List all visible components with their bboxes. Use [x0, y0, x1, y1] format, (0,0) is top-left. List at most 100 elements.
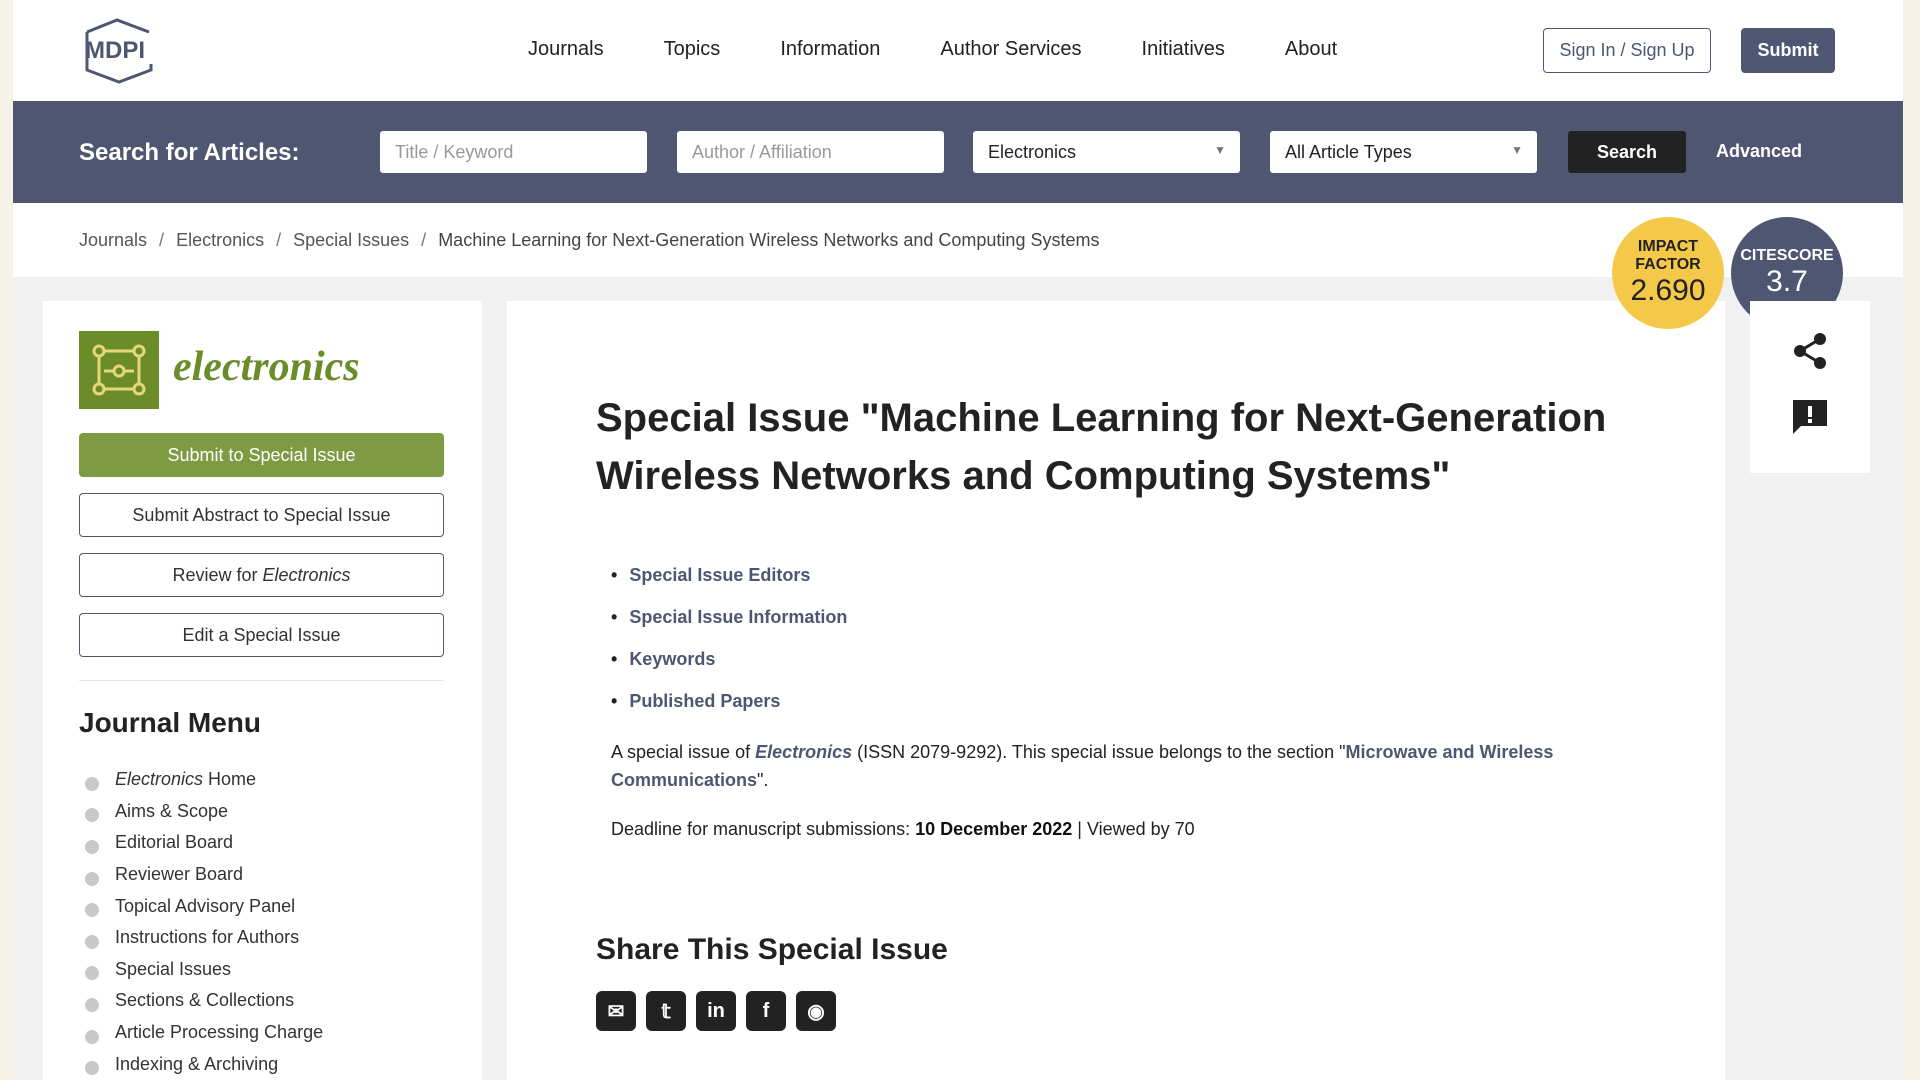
menu-item-label: Indexing & Archiving — [115, 1053, 279, 1074]
impact-factor-badge[interactable]: IMPACT FACTOR 2.690 — [1612, 217, 1724, 329]
issue-description: A special issue of Electronics (ISSN 207… — [611, 738, 1611, 794]
main-nav: Journals Topics Information Author Servi… — [528, 38, 1397, 61]
edit-special-issue-button[interactable]: Edit a Special Issue — [79, 613, 444, 657]
bullet-icon — [85, 1061, 99, 1076]
menu-item-apc[interactable]: Article Processing Charge — [85, 1017, 323, 1049]
caret-down-icon: ▼ — [1214, 143, 1226, 157]
advanced-search-link[interactable]: Advanced — [1716, 141, 1802, 162]
nav-about[interactable]: About — [1285, 38, 1337, 61]
search-label: Search for Articles: — [79, 139, 300, 166]
bullet-icon — [85, 871, 99, 886]
journal-menu-title: Journal Menu — [79, 707, 262, 738]
view-count: | Viewed by 70 — [1072, 819, 1195, 839]
author-input[interactable]: Author / Affiliation — [677, 131, 944, 173]
keyword-input[interactable]: Title / Keyword — [380, 131, 647, 173]
menu-item-label: Topical Advisory Panel — [115, 895, 296, 916]
sign-in-button[interactable]: Sign In / Sign Up — [1543, 28, 1711, 73]
search-bar: Search for Articles: Title / Keyword Aut… — [13, 101, 1903, 203]
review-journal: Electronics — [262, 564, 351, 585]
main-content: Special Issue "Machine Learning for Next… — [507, 301, 1725, 1080]
menu-item-instructions[interactable]: Instructions for Authors — [85, 922, 323, 954]
share-title: Share This Special Issue — [596, 933, 948, 966]
mdpi-logo[interactable]: MDPI — [79, 18, 189, 84]
top-header: MDPI Journals Topics Information Author … — [13, 0, 1903, 101]
bullet-icon — [85, 966, 99, 981]
toc-papers-link[interactable]: Published Papers — [611, 680, 847, 722]
table-of-contents: Special Issue Editors Special Issue Info… — [611, 554, 847, 722]
facebook-icon[interactable]: f — [746, 991, 786, 1031]
journal-select-value: Electronics — [988, 141, 1077, 162]
menu-item-label: Editorial Board — [115, 832, 234, 853]
menu-item-label: Instructions for Authors — [115, 927, 300, 948]
breadcrumb-current: Machine Learning for Next-Generation Wir… — [438, 230, 1100, 250]
submit-to-special-issue-button[interactable]: Submit to Special Issue — [79, 433, 444, 477]
article-type-value: All Article Types — [1285, 141, 1412, 162]
nav-author-services[interactable]: Author Services — [940, 38, 1081, 61]
breadcrumb-separator: / — [159, 230, 165, 250]
menu-item-reviewer-board[interactable]: Reviewer Board — [85, 859, 323, 891]
bullet-icon — [85, 934, 99, 949]
wechat-icon[interactable]: ◉ — [796, 991, 836, 1031]
review-for-journal-button[interactable]: Review for Electronics — [79, 553, 444, 597]
menu-home-journal: Electronics — [115, 769, 204, 790]
breadcrumb: Journals / Electronics / Special Issues … — [79, 230, 1099, 251]
share-icons: ✉ 𝕥 in f ◉ — [596, 991, 836, 1031]
toc-keywords-link[interactable]: Keywords — [611, 638, 847, 680]
toc-information-link[interactable]: Special Issue Information — [611, 596, 847, 638]
deadline-date: 10 December 2022 — [915, 819, 1073, 839]
linkedin-icon[interactable]: in — [696, 991, 736, 1031]
bullet-icon — [85, 1029, 99, 1044]
journal-name[interactable]: electronics — [173, 343, 360, 391]
menu-item-editorial-board[interactable]: Editorial Board — [85, 827, 323, 859]
bullet-icon — [85, 839, 99, 854]
nav-initiatives[interactable]: Initiatives — [1142, 38, 1225, 61]
submit-button[interactable]: Submit — [1741, 28, 1835, 73]
menu-item-topical-panel[interactable]: Topical Advisory Panel — [85, 890, 323, 922]
breadcrumb-separator: / — [421, 230, 427, 250]
breadcrumb-special-issues[interactable]: Special Issues — [293, 230, 409, 251]
feedback-icon[interactable] — [1790, 397, 1830, 437]
twitter-icon[interactable]: 𝕥 — [646, 991, 686, 1031]
right-rail — [1750, 301, 1870, 473]
menu-item-sections[interactable]: Sections & Collections — [85, 985, 323, 1017]
bullet-icon — [85, 808, 99, 823]
journal-logo-icon[interactable] — [79, 331, 159, 409]
para-mid: (ISSN 2079-9292). This special issue bel… — [852, 742, 1346, 762]
journal-sidebar: electronics Submit to Special Issue Subm… — [43, 301, 482, 1080]
nav-journals[interactable]: Journals — [528, 38, 604, 61]
para-suffix: ". — [757, 770, 769, 790]
caret-down-icon: ▼ — [1511, 143, 1523, 157]
journal-menu: Electronics Home Aims & Scope Editorial … — [85, 764, 323, 1080]
journal-select[interactable]: Electronics ▼ — [973, 131, 1240, 173]
menu-item-home[interactable]: Electronics Home — [85, 764, 323, 796]
email-icon[interactable]: ✉ — [596, 991, 636, 1031]
share-icon[interactable] — [1790, 331, 1830, 371]
bullet-icon — [85, 997, 99, 1012]
menu-item-indexing[interactable]: Indexing & Archiving — [85, 1048, 323, 1080]
nav-information[interactable]: Information — [780, 38, 880, 61]
bullet-icon — [85, 903, 99, 918]
breadcrumb-electronics[interactable]: Electronics — [176, 230, 264, 251]
search-button[interactable]: Search — [1568, 131, 1686, 173]
bullet-icon — [85, 776, 99, 791]
menu-item-aims[interactable]: Aims & Scope — [85, 796, 323, 828]
review-prefix: Review for — [172, 564, 263, 585]
deadline-label: Deadline for manuscript submissions: — [611, 819, 916, 839]
menu-item-label: Special Issues — [115, 958, 232, 979]
deadline-line: Deadline for manuscript submissions: 10 … — [611, 819, 1195, 840]
page: MDPI Journals Topics Information Author … — [13, 0, 1903, 1080]
menu-item-label: Aims & Scope — [115, 800, 229, 821]
journal-link[interactable]: Electronics — [755, 742, 852, 762]
menu-item-label: Article Processing Charge — [115, 1022, 324, 1043]
article-type-select[interactable]: All Article Types ▼ — [1270, 131, 1537, 173]
menu-item-special-issues[interactable]: Special Issues — [85, 954, 323, 986]
page-title: Special Issue "Machine Learning for Next… — [596, 396, 1607, 498]
toc-editors-link[interactable]: Special Issue Editors — [611, 554, 847, 596]
sidebar-divider — [79, 680, 444, 681]
para-prefix: A special issue of — [611, 742, 756, 762]
nav-topics[interactable]: Topics — [664, 38, 721, 61]
breadcrumb-journals[interactable]: Journals — [79, 230, 147, 251]
breadcrumb-separator: / — [276, 230, 282, 250]
submit-abstract-button[interactable]: Submit Abstract to Special Issue — [79, 493, 444, 537]
menu-item-label: Reviewer Board — [115, 864, 244, 885]
